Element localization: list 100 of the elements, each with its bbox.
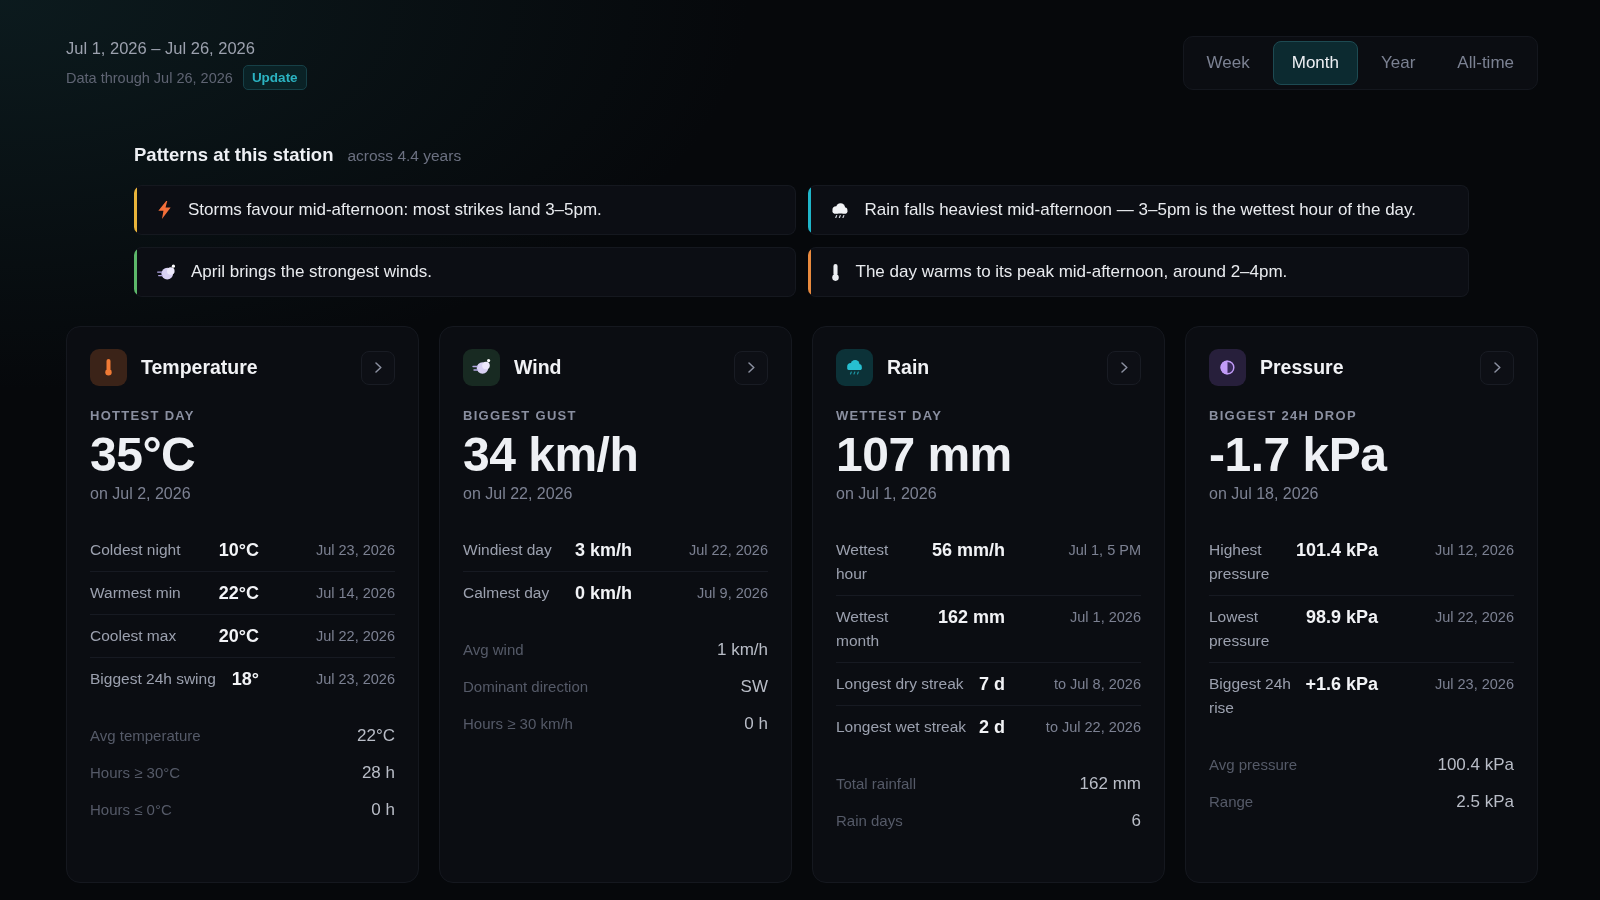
rain-cloud-icon xyxy=(830,202,849,218)
pattern-text: The day warms to its peak mid-afternoon, around 2–4pm. xyxy=(855,262,1288,282)
chevron-right-icon xyxy=(747,362,755,373)
summary-value: 0 h xyxy=(744,713,768,734)
summary-label: Range xyxy=(1209,793,1254,810)
record-value: 162 mm xyxy=(937,606,1005,629)
date-range: Jul 1, 2026 – Jul 26, 2026 xyxy=(66,38,256,59)
headline-label: HOTTEST DAY xyxy=(90,408,195,424)
summary-label: Hours ≤ 0°C xyxy=(90,801,172,818)
card-title: Wind xyxy=(514,356,563,379)
details-button[interactable] xyxy=(1107,350,1141,385)
record-label: Wettest month xyxy=(836,607,890,651)
card-title: Pressure xyxy=(1260,356,1345,379)
update-button[interactable]: Update xyxy=(242,65,307,90)
record-date: Jul 22, 2026 xyxy=(315,627,395,646)
record-date: Jul 14, 2026 xyxy=(315,584,395,603)
period-tab[interactable]: All-time xyxy=(1438,41,1533,85)
headline-date: on Jul 2, 2026 xyxy=(90,484,191,504)
card-title: Rain xyxy=(887,356,931,379)
chevron-right-icon xyxy=(1493,362,1501,373)
details-button[interactable] xyxy=(1480,350,1514,385)
summary-label: Dominant direction xyxy=(463,678,589,695)
summary-value: 6 xyxy=(1131,810,1141,831)
record-label: Highest pressure xyxy=(1209,540,1271,584)
chevron-right-icon xyxy=(374,362,382,373)
section-title: Patterns at this station xyxy=(134,144,334,166)
wind-icon xyxy=(157,264,175,280)
data-through-text: Data through Jul 26, 2026 xyxy=(66,69,233,86)
summary-value: 22°C xyxy=(357,725,395,746)
period-tab[interactable]: Month xyxy=(1272,41,1358,85)
summary-value: 0 h xyxy=(371,799,395,820)
pattern-text: Storms favour mid-afternoon: most strikes land 3–5pm. xyxy=(188,200,602,220)
headline-label: BIGGEST 24H DROP xyxy=(1209,408,1357,424)
details-button[interactable] xyxy=(361,350,395,385)
section-subtitle: across 4.4 years xyxy=(347,147,462,165)
record-label: Calmest day xyxy=(463,583,551,603)
record-date: Jul 1, 2026 xyxy=(1069,608,1141,627)
summary-value: 2.5 kPa xyxy=(1456,791,1514,812)
summary-label: Avg wind xyxy=(463,641,524,658)
headline-value: -1.7 kPa xyxy=(1209,430,1387,480)
headline-date: on Jul 1, 2026 xyxy=(836,484,937,504)
card-title: Temperature xyxy=(141,356,259,379)
summary-value: 162 mm xyxy=(1079,773,1141,794)
pattern-text: Rain falls heaviest mid-afternoon — 3–5pm is the wettest hour of the day. xyxy=(864,200,1417,220)
summary-label: Hours ≥ 30 km/h xyxy=(463,715,573,732)
summary-value: 1 km/h xyxy=(716,639,768,660)
record-label: Windiest day xyxy=(463,540,553,560)
record-label: Longest dry streak xyxy=(836,674,965,694)
record-date: Jul 23, 2026 xyxy=(315,670,395,689)
record-label: Lowest pressure xyxy=(1209,607,1271,651)
chevron-right-icon xyxy=(1120,362,1128,373)
record-date: Jul 12, 2026 xyxy=(1434,541,1514,560)
record-label: Coldest night xyxy=(90,540,182,560)
record-value: 7 d xyxy=(979,673,1005,696)
lightning-icon xyxy=(157,201,172,219)
record-date: to Jul 22, 2026 xyxy=(1044,718,1141,737)
record-value: 10°C xyxy=(218,539,259,562)
record-value: 98.9 kPa xyxy=(1305,606,1378,629)
record-value: 3 km/h xyxy=(574,539,632,562)
record-date: Jul 9, 2026 xyxy=(696,584,768,603)
headline-label: WETTEST DAY xyxy=(836,408,943,424)
period-tab[interactable]: Year xyxy=(1361,41,1435,85)
record-label: Longest wet streak xyxy=(836,717,968,737)
record-value: 2 d xyxy=(979,716,1005,739)
record-label: Biggest 24h swing xyxy=(90,669,217,689)
record-label: Wettest hour xyxy=(836,540,890,584)
pattern-text: April brings the strongest winds. xyxy=(191,262,432,282)
record-value: 22°C xyxy=(218,582,259,605)
rain-cloud-icon xyxy=(836,349,873,386)
summary-value: 28 h xyxy=(361,762,395,783)
record-date: Jul 22, 2026 xyxy=(688,541,768,560)
summary-label: Avg temperature xyxy=(90,727,201,744)
thermometer-icon xyxy=(830,263,840,281)
summary-value: 100.4 kPa xyxy=(1437,754,1514,775)
summary-label: Total rainfall xyxy=(836,775,917,792)
record-label: Warmest min xyxy=(90,583,182,603)
thermometer-icon xyxy=(90,349,127,386)
period-tab[interactable]: Week xyxy=(1187,41,1269,85)
record-value: 0 km/h xyxy=(574,582,632,605)
headline-date: on Jul 22, 2026 xyxy=(463,484,573,504)
record-date: Jul 23, 2026 xyxy=(315,541,395,560)
record-value: 18° xyxy=(231,668,259,691)
headline-value: 107 mm xyxy=(836,430,1012,480)
headline-value: 35°C xyxy=(90,430,196,480)
details-button[interactable] xyxy=(734,350,768,385)
record-date: Jul 22, 2026 xyxy=(1434,608,1514,627)
record-label: Biggest 24h rise xyxy=(1209,674,1292,718)
record-date: to Jul 8, 2026 xyxy=(1052,675,1141,694)
summary-label: Hours ≥ 30°C xyxy=(90,764,181,781)
summary-value: SW xyxy=(740,676,768,697)
record-value: 20°C xyxy=(218,625,259,648)
wind-icon xyxy=(463,349,500,386)
summary-label: Avg pressure xyxy=(1209,756,1298,773)
headline-value: 34 km/h xyxy=(463,430,639,480)
record-date: Jul 1, 5 PM xyxy=(1067,541,1141,560)
record-value: 101.4 kPa xyxy=(1295,539,1378,562)
record-value: 56 mm/h xyxy=(931,539,1005,562)
headline-label: BIGGEST GUST xyxy=(463,408,577,424)
record-label: Coolest max xyxy=(90,626,178,646)
headline-date: on Jul 18, 2026 xyxy=(1209,484,1319,504)
